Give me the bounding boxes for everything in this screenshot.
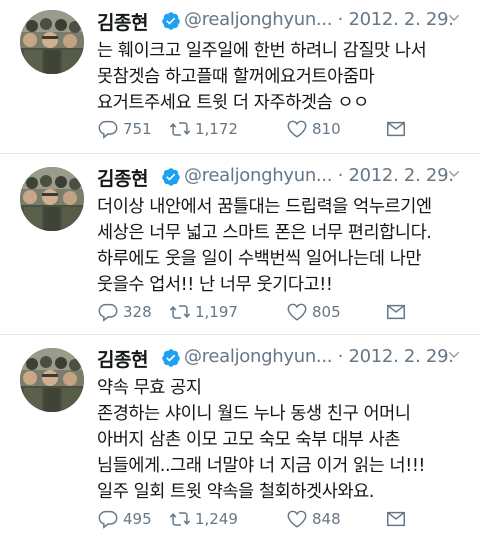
- handle[interactable]: @realjonghyun...: [184, 9, 333, 30]
- tweet-actions: 495 1,249 848: [97, 507, 477, 531]
- like-count: 810: [312, 120, 341, 138]
- handle-and-date[interactable]: @realjonghyun... · 2012. 2. 29.: [184, 346, 454, 367]
- reply-count: 328: [123, 303, 152, 321]
- like-icon: [286, 508, 308, 530]
- like-icon: [286, 301, 308, 323]
- tweet-text-line: 요거트주세요 트윗 더 자주하겟슴 ㅇㅇ: [97, 93, 369, 113]
- avatar[interactable]: [20, 10, 84, 74]
- retweet-count: 1,197: [195, 303, 238, 321]
- retweet-button[interactable]: 1,172: [169, 117, 238, 141]
- display-name[interactable]: 김종현: [97, 164, 148, 191]
- reply-count: 751: [123, 120, 152, 138]
- retweet-count: 1,249: [195, 510, 238, 528]
- direct-message-button[interactable]: [385, 117, 411, 141]
- tweet-text-line: 약속 무효 공지: [97, 378, 202, 398]
- direct-message-button[interactable]: [385, 507, 411, 531]
- tweet-actions: 751 1,172 810: [97, 117, 477, 141]
- tweet-2[interactable]: 김종현 @realjonghyun... · 2012. 2. 29. 더이상 …: [0, 154, 480, 334]
- like-count: 805: [312, 303, 341, 321]
- reply-button[interactable]: 328: [97, 300, 152, 324]
- reply-icon: [97, 118, 119, 140]
- tweet-header: 김종현 @realjonghyun... · 2012. 2. 29.: [97, 164, 470, 194]
- tweet-header: 김종현 @realjonghyun... · 2012. 2. 29.: [97, 345, 470, 375]
- tweet-text: 더이상 내안에서 꿈틀대는 드립력을 억누르기엔 세상은 너무 넓고 스마트 폰…: [97, 194, 470, 298]
- retweet-button[interactable]: 1,249: [169, 507, 238, 531]
- verified-badge-icon: [161, 348, 181, 368]
- display-name[interactable]: 김종현: [97, 345, 148, 372]
- avatar[interactable]: [20, 167, 84, 231]
- like-icon: [286, 118, 308, 140]
- tweet-date[interactable]: · 2012. 2. 29.: [338, 346, 454, 367]
- like-button[interactable]: 810: [286, 117, 341, 141]
- like-button[interactable]: 805: [286, 300, 341, 324]
- reply-icon: [97, 508, 119, 530]
- chevron-down-icon[interactable]: [446, 347, 462, 363]
- direct-message-button[interactable]: [385, 300, 411, 324]
- reply-button[interactable]: 495: [97, 507, 152, 531]
- chevron-down-icon[interactable]: [446, 166, 462, 182]
- avatar-image: [20, 10, 84, 74]
- tweet-text-line: 더이상 내안에서 꿈틀대는 드립력을 억누르기엔: [97, 197, 432, 217]
- tweet-actions: 328 1,197 805: [97, 300, 477, 324]
- handle[interactable]: @realjonghyun...: [184, 165, 333, 186]
- like-count: 848: [312, 510, 341, 528]
- tweet-text-line: 세상은 너무 넓고 스마트 폰은 너무 편리합니다.: [97, 223, 432, 243]
- like-button[interactable]: 848: [286, 507, 341, 531]
- tweet-text-line: 님들에게..그래 너말야 너 지금 이거 읽는 너!!!: [97, 456, 426, 476]
- direct-message-icon: [385, 508, 407, 530]
- tweet-text-line: 못참겟슴 하고플때 할꺼에요거트아줌마: [97, 67, 375, 87]
- tweet-text-line: 하루에도 웃을 일이 수백번씩 일어나는데 나만: [97, 249, 422, 269]
- tweet-date[interactable]: · 2012. 2. 29.: [338, 165, 454, 186]
- reply-button[interactable]: 751: [97, 117, 152, 141]
- chevron-down-icon[interactable]: [446, 10, 462, 26]
- tweet-text: 는 훼이크고 일주일에 한번 하려니 감질맛 나서 못참겟슴 하고플때 할꺼에요…: [97, 38, 470, 116]
- reply-icon: [97, 301, 119, 323]
- retweet-count: 1,172: [195, 120, 238, 138]
- tweet-3[interactable]: 김종현 @realjonghyun... · 2012. 2. 29. 약속 무…: [0, 335, 480, 540]
- direct-message-icon: [385, 118, 407, 140]
- display-name[interactable]: 김종현: [97, 8, 148, 35]
- verified-badge-icon: [161, 11, 181, 31]
- retweet-icon: [169, 301, 191, 323]
- avatar-image: [20, 167, 84, 231]
- tweet-text-line: 존경하는 샤이니 월드 누나 동생 친구 어머니: [97, 404, 411, 424]
- tweet-text-line: 는 훼이크고 일주일에 한번 하려니 감질맛 나서: [97, 41, 427, 61]
- tweet-header: 김종현 @realjonghyun... · 2012. 2. 29.: [97, 8, 470, 38]
- tweet-text-line: 일주 일회 트윗 약속을 철회하겟사와요.: [97, 482, 375, 502]
- avatar[interactable]: [20, 348, 84, 412]
- retweet-icon: [169, 118, 191, 140]
- tweet-text: 약속 무효 공지 존경하는 샤이니 월드 누나 동생 친구 어머니 아버지 삼촌…: [97, 375, 470, 505]
- tweet-1[interactable]: 김종현 @realjonghyun... · 2012. 2. 29. 는 훼이…: [0, 0, 480, 153]
- tweet-text-line: 아버지 삼촌 이모 고모 숙모 숙부 대부 사촌: [97, 430, 401, 450]
- reply-count: 495: [123, 510, 152, 528]
- handle-and-date[interactable]: @realjonghyun... · 2012. 2. 29.: [184, 165, 454, 186]
- verified-badge-icon: [161, 167, 181, 187]
- avatar-image: [20, 348, 84, 412]
- direct-message-icon: [385, 301, 407, 323]
- handle-and-date[interactable]: @realjonghyun... · 2012. 2. 29.: [184, 9, 454, 30]
- tweet-date[interactable]: · 2012. 2. 29.: [338, 9, 454, 30]
- handle[interactable]: @realjonghyun...: [184, 346, 333, 367]
- retweet-button[interactable]: 1,197: [169, 300, 238, 324]
- tweet-text-line: 웃을수 업서!! 난 너무 웃기다고!!: [97, 275, 333, 295]
- retweet-icon: [169, 508, 191, 530]
